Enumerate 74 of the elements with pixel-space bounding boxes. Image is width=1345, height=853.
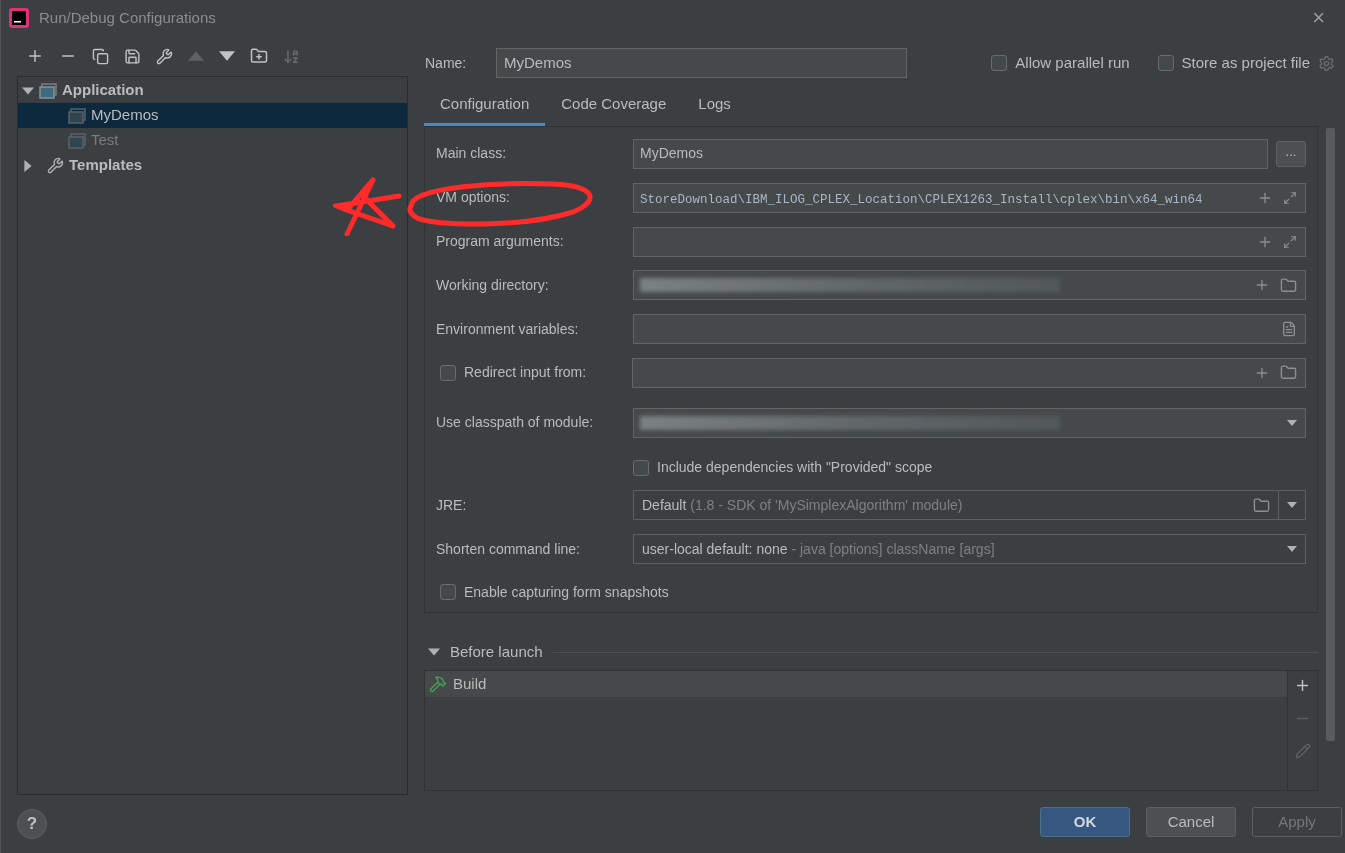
window-icon xyxy=(68,132,86,149)
list-item[interactable]: Build xyxy=(425,671,1287,697)
tree-item[interactable]: Application xyxy=(18,78,407,103)
expand-icon[interactable] xyxy=(1283,234,1297,249)
window-icon xyxy=(68,107,86,124)
scrollbar[interactable] xyxy=(1326,128,1335,741)
browse-button[interactable]: ... xyxy=(1276,140,1306,167)
text-field[interactable] xyxy=(633,314,1306,345)
add-icon[interactable] xyxy=(26,47,44,65)
checkbox-label: Enable capturing form snapshots xyxy=(464,582,669,602)
field-label: JRE: xyxy=(436,495,468,515)
collapse-arrow-icon[interactable] xyxy=(22,84,34,97)
field-label: Shorten command line: xyxy=(436,539,581,559)
text-field[interactable] xyxy=(632,357,1306,388)
checkbox[interactable] xyxy=(1157,55,1174,71)
field-label: Environment variables: xyxy=(436,319,580,339)
field-label: Working directory: xyxy=(436,275,550,295)
checkbox[interactable] xyxy=(633,459,649,476)
window-title: Run/Debug Configurations xyxy=(39,7,217,28)
name-label: Name: xyxy=(425,53,468,73)
add-icon[interactable] xyxy=(1294,677,1311,694)
sort-icon[interactable] xyxy=(283,47,300,65)
wrench-icon xyxy=(47,157,64,174)
field-label: VM options: xyxy=(436,188,511,208)
copy-icon[interactable] xyxy=(92,47,109,65)
wrench-icon[interactable] xyxy=(156,47,173,65)
text-field[interactable] xyxy=(633,270,1306,301)
tab[interactable]: Code Coverage xyxy=(545,85,683,126)
checkbox[interactable] xyxy=(440,364,456,381)
new-folder-icon[interactable] xyxy=(250,47,268,65)
checkbox[interactable] xyxy=(440,584,456,601)
tree-item[interactable]: Test xyxy=(18,128,407,153)
tab[interactable]: Configuration xyxy=(424,85,546,126)
collapse-arrow-icon[interactable] xyxy=(428,646,440,658)
edit-icon[interactable] xyxy=(1294,743,1311,759)
close-button[interactable]: × xyxy=(1312,7,1325,29)
document-icon[interactable] xyxy=(1281,321,1297,338)
folder-icon[interactable] xyxy=(1280,276,1297,294)
checkbox[interactable] xyxy=(991,55,1008,71)
section-title: Before launch xyxy=(450,641,543,662)
field-value: Default (1.8 - SDK of 'MySimplexAlgorithm' module) xyxy=(641,495,964,515)
field-value: StoreDownload\IBM_ILOG_CPLEX_Location\CPLEX1263_Install\cplex\bin\x64_win64 xyxy=(640,192,1203,207)
tree-item[interactable]: Templates xyxy=(18,153,407,178)
expand-arrow-icon[interactable] xyxy=(22,159,34,172)
dropdown-arrow-icon[interactable] xyxy=(1287,417,1297,428)
folder-icon[interactable] xyxy=(1280,364,1297,382)
jre-dropdown[interactable]: Default (1.8 - SDK of 'MySimplexAlgorithm' module) xyxy=(633,490,1306,521)
module-dropdown[interactable] xyxy=(633,407,1306,438)
field-label: Main class: xyxy=(436,144,508,164)
checkbox-label: Include dependencies with "Provided" scope xyxy=(657,458,933,478)
tab[interactable]: Logs xyxy=(682,85,747,126)
help-button[interactable]: ? xyxy=(17,809,47,839)
field-label: Use classpath of module: xyxy=(436,413,595,433)
hammer-icon xyxy=(429,675,447,693)
shorten-dropdown[interactable]: user-local default: none - java [options] className [args] xyxy=(633,534,1306,565)
text-field[interactable] xyxy=(633,226,1306,257)
field-label: Program arguments: xyxy=(436,232,565,252)
folder-icon[interactable] xyxy=(1253,496,1270,514)
tree-item[interactable]: MyDemos xyxy=(18,103,407,128)
settings-icon[interactable] xyxy=(1318,54,1335,72)
dialog-button[interactable]: Cancel xyxy=(1146,807,1236,837)
app-logo-icon xyxy=(9,8,29,28)
dialog-button[interactable]: OK xyxy=(1040,807,1130,837)
text-field[interactable]: StoreDownload\IBM_ILOG_CPLEX_Location\CPLEX1263_Install\cplex\bin\x64_win64 xyxy=(633,182,1306,213)
checkbox-label: Allow parallel run xyxy=(1015,52,1130,73)
checkbox-label: Store as project file xyxy=(1181,52,1310,73)
text-field[interactable]: MyDemos xyxy=(633,138,1268,169)
field-value: user-local default: none - java [options] className [args] xyxy=(641,539,996,559)
field-value: MyDemos xyxy=(640,144,704,164)
window-icon xyxy=(39,82,57,99)
name-field[interactable]: MyDemos xyxy=(496,48,907,78)
save-icon[interactable] xyxy=(124,47,141,65)
field-label: Redirect input from: xyxy=(464,363,588,383)
expand-icon[interactable] xyxy=(1283,190,1297,205)
